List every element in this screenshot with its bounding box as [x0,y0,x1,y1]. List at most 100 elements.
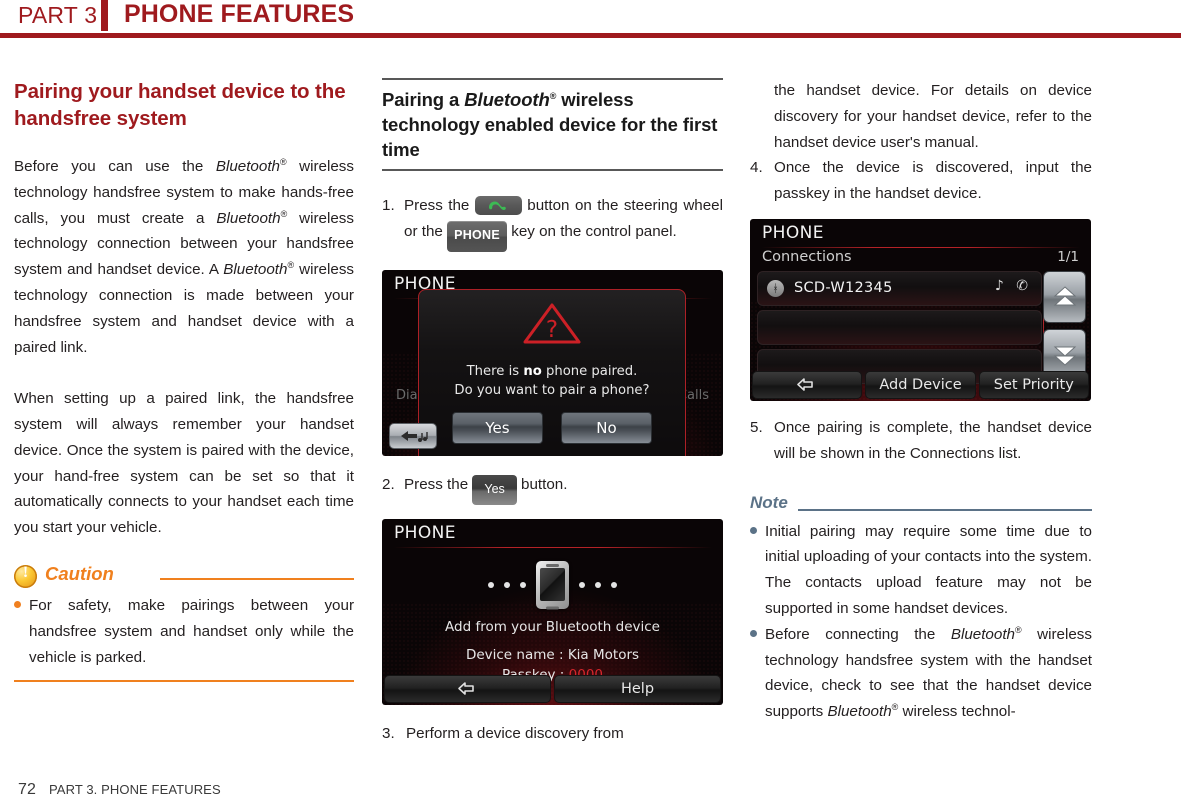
pairing-dot-icon [520,582,526,589]
list-item-step-5: 5. Once pairing is complete, the handset … [750,415,1092,467]
page-indicator: 1/1 [1057,248,1079,265]
bluetooth-trademark: Bluetooth [216,209,281,227]
device-name-value: SCD-W12345 [794,280,893,297]
pairing-steps-continued: 4. Once the device is discovered, input t… [750,155,1092,207]
step-text: key on the control panel. [507,222,677,240]
step-number: 3. [382,725,395,743]
yes-key-icon[interactable]: Yes [472,474,517,506]
bullet-dot-icon [750,629,757,637]
caution-bottom-rule [14,680,354,683]
list-item: Initial pairing may require some time du… [750,519,1092,622]
bullet-dot-icon [750,526,757,534]
back-arrow-icon[interactable] [752,370,863,399]
screen-softkey-bar: Help [382,675,723,705]
heading-text: Pairing a [382,89,465,110]
note-rule [798,508,1092,511]
caution-label: Caution [45,562,114,584]
back-arrow-icon[interactable] [384,675,551,704]
note-text: wireless technol- [898,703,1016,721]
exclamation-circle-icon [14,564,37,588]
device-name-label: Device name : [465,647,568,664]
caution-bullet-list: For safety, make pairings between your h… [14,593,354,670]
step-3-continuation: the handset device. For details on devic… [774,82,1092,151]
pairing-animation-row [382,561,723,610]
phone-key-icon[interactable]: PHONE [447,220,508,252]
header-rule [0,33,1181,38]
footer-text: PART 3. PHONE FEATURES [49,782,221,797]
heading-rule-top [382,78,723,80]
paragraph-paired-link: When setting up a paired link, the hands… [14,390,354,537]
bluetooth-trademark: Bluetooth [464,89,550,110]
warning-triangle-question-icon: ? [521,301,583,350]
section-heading-first-pairing: Pairing a Bluetooth® wireless technology… [382,87,723,162]
page-number: 72 [18,781,36,798]
step-number: 4. [750,159,763,177]
dialog-message: There is no phone paired. Do you want to… [419,362,685,400]
step-text: Press the [404,475,473,493]
device-name-value: Kia Motors [567,647,640,664]
device-screenshot-add-device: PHONE Add from your Bluetooth device Dev… [382,519,723,706]
list-item: Before connecting the Bluetooth® wireles… [750,622,1092,725]
note-label: Note [750,492,788,512]
pairing-steps-list: 1. Press the button on the steering wheel… [382,193,723,252]
dialog-no-button[interactable]: No [561,411,652,444]
header-part-label: PART 3 [18,2,98,28]
add-device-button[interactable]: Add Device [865,370,976,399]
bluetooth-trademark: Bluetooth [827,703,892,721]
note-header: Note [750,493,1092,519]
page-footer: 72 PART 3. PHONE FEATURES [18,781,221,799]
note-bullet-text: Initial pairing may require some time du… [765,522,1092,617]
bullet-dot-icon [14,600,21,608]
set-priority-button[interactable]: Set Priority [978,370,1089,399]
screen-title-rule [762,246,1080,248]
bluetooth-icon: ᚼ [767,279,784,297]
section-heading-pairing: Pairing your handset device to the hands… [14,80,346,130]
dialog-text: There is [466,363,524,379]
caution-rule [160,577,354,580]
screen-title: PHONE [762,222,824,243]
handset-phone-icon [536,561,569,610]
list-item-step-1: 1. Press the button on the steering wheel… [382,193,723,252]
column-middle: Pairing a Bluetooth® wireless technology… [382,78,723,747]
dialog-message-line1: There is no phone paired. [419,362,685,381]
dialog-yes-button[interactable]: Yes [452,411,543,444]
add-from-device-label: Add from your Bluetooth device [445,619,660,636]
call-button-icon[interactable] [474,196,522,215]
column-right: the handset device. For details on devic… [750,78,1092,725]
back-arrow-music-icon[interactable] [389,422,437,449]
header-divider [101,0,108,31]
list-item-step-4: 4. Once the device is discovered, input t… [750,155,1092,207]
step-text: Perform a device discovery from [406,725,624,743]
dialog-buttons: Yes No [419,411,685,444]
connections-subtitle: Connections [762,248,852,265]
step-text: Press the [404,197,475,214]
table-row[interactable] [757,309,1042,345]
device-screenshot-pair-prompt: PHONE Dial Calls ? There is no phone pai… [382,269,723,456]
page-title: PHONE FEATURES [124,0,355,28]
row-badge-icons: ♪ ✆ [994,277,1032,294]
note-bullet-list: Initial pairing may require some time du… [750,519,1092,725]
pairing-dot-icon [611,582,617,589]
step-number: 5. [750,418,763,436]
dialog-text-emphasis: no [523,363,542,379]
list-item-step-2: 2. Press the Yes button. [382,472,723,506]
screen-title-rule [394,547,712,549]
help-button[interactable]: Help [554,675,721,704]
note-text: Before connecting the [765,625,951,643]
caution-header: Caution [14,563,354,593]
bluetooth-trademark: Bluetooth [223,261,288,279]
device-name-row: Device name : Kia Motors [382,647,723,663]
scroll-up-icon[interactable] [1043,270,1086,323]
device-screenshot-connections: PHONE Connections 1/1 ᚼ SCD-W12345 ♪ ✆ A… [750,218,1091,401]
heading-rule-bottom [382,169,723,171]
dialog-text: phone paired. [541,363,638,379]
table-row[interactable]: ᚼ SCD-W12345 ♪ ✆ [757,270,1042,306]
caution-bullet-text: For safety, make pairings between your h… [29,596,354,666]
dialog-message-line2: Do you want to pair a phone? [454,382,650,398]
screen-softkey-bar: Add Device Set Priority [750,370,1091,401]
bluetooth-trademark: Bluetooth [950,625,1015,643]
registered-mark: ® [1015,624,1022,635]
note-bullet-text: Before connecting the Bluetooth® wireles… [765,624,1092,721]
pairing-dot-icon [595,582,601,589]
screen-title: PHONE [394,523,456,544]
